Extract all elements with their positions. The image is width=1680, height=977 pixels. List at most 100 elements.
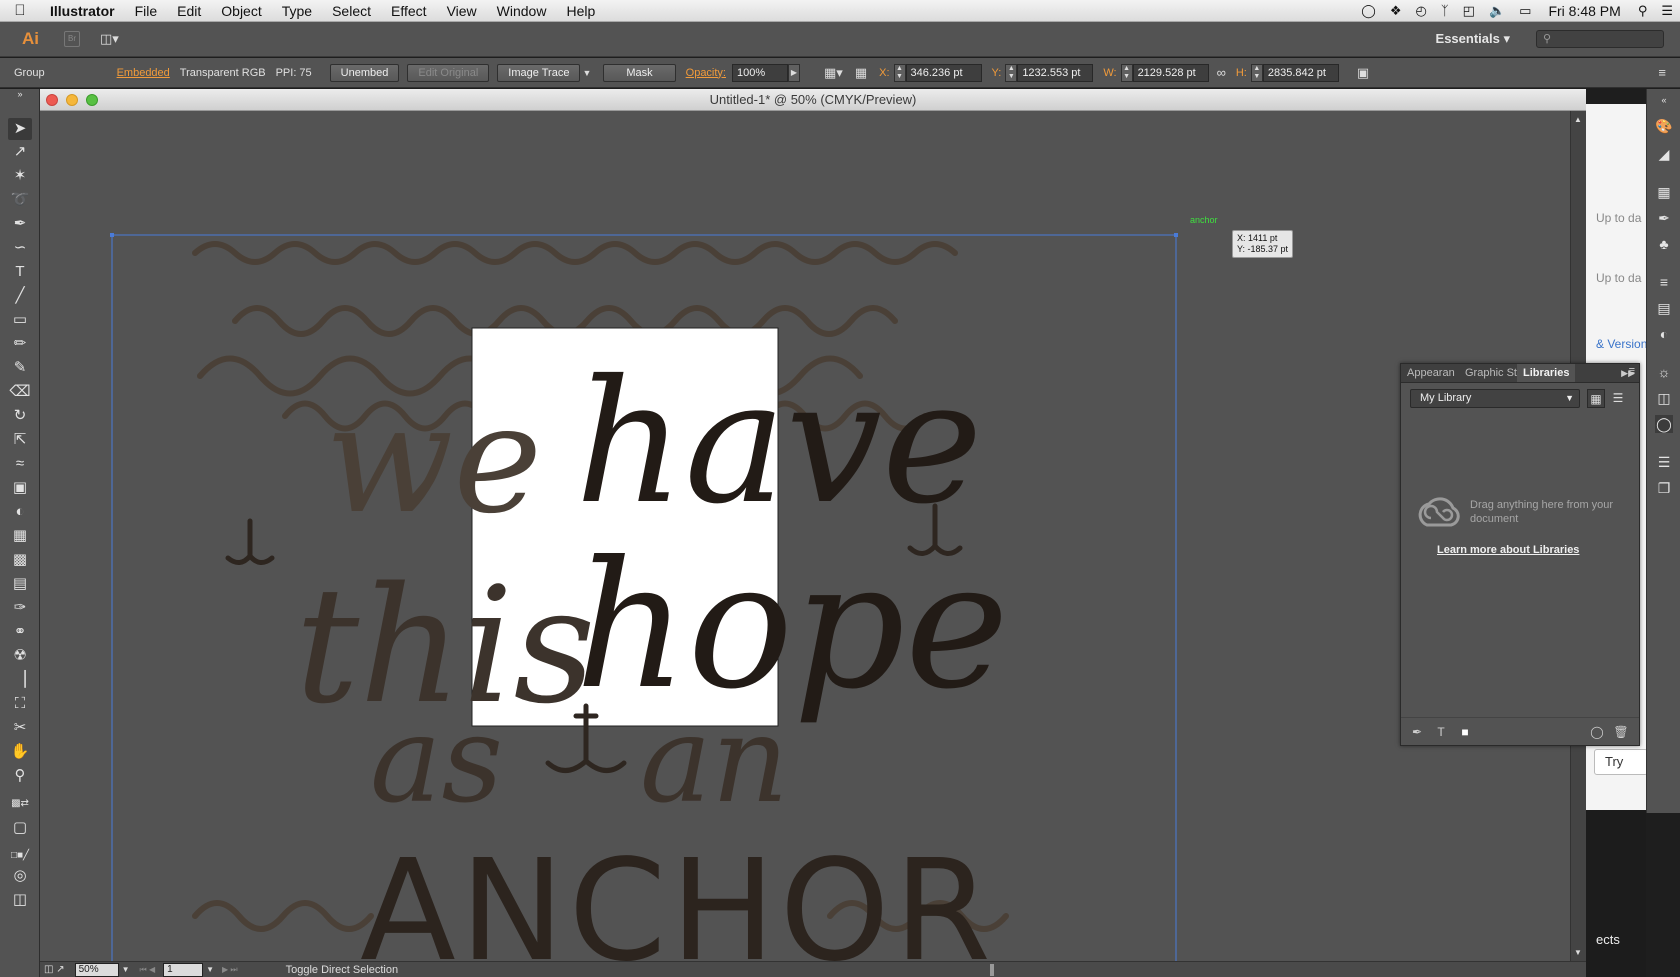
- screen-mode-icon[interactable]: ◫: [8, 889, 32, 911]
- list-view-icon[interactable]: ☰: [1609, 389, 1627, 408]
- w-field[interactable]: 2129.528 pt: [1132, 63, 1209, 82]
- add-graphic-icon[interactable]: ✒: [1409, 724, 1425, 740]
- transparency-panel-icon[interactable]: ◐: [1655, 325, 1673, 343]
- control-panel-menu-icon[interactable]: ≡: [1658, 65, 1666, 80]
- scroll-down-icon[interactable]: ▼: [1574, 948, 1582, 957]
- sync-status-icon[interactable]: ◯: [1589, 724, 1605, 740]
- gradient-panel-icon[interactable]: ▤: [1655, 299, 1673, 317]
- warp-tool-icon[interactable]: ≈: [8, 453, 32, 475]
- help-search-input[interactable]: ⚲: [1536, 30, 1664, 48]
- unembed-button[interactable]: Unembed: [329, 63, 400, 82]
- transform-icon[interactable]: ▣: [1357, 65, 1369, 81]
- menu-type[interactable]: Type: [272, 0, 322, 22]
- artboard-nav-prev-icons[interactable]: ⏮ ◀: [140, 965, 156, 975]
- art-word-as[interactable]: as: [370, 691, 503, 830]
- add-color-icon[interactable]: ■: [1457, 724, 1473, 740]
- workspace-switcher[interactable]: Essentials ▾: [1436, 31, 1510, 47]
- add-text-icon[interactable]: T: [1433, 724, 1449, 740]
- horizontal-scroll-thumb[interactable]: [990, 963, 995, 976]
- menu-help[interactable]: Help: [556, 0, 605, 22]
- eyedropper-tool-icon[interactable]: ✑: [8, 597, 32, 619]
- embedded-link[interactable]: Embedded: [117, 67, 170, 79]
- bridge-button[interactable]: Br: [64, 31, 80, 47]
- status-bar-icons[interactable]: ◫ ↗: [44, 964, 65, 975]
- x-field[interactable]: 346.236 pt: [905, 63, 982, 82]
- paintbrush-tool-icon[interactable]: ✏: [8, 333, 32, 355]
- symbols-panel-icon[interactable]: ♣: [1655, 235, 1673, 253]
- constrain-proportions-icon[interactable]: ∞: [1217, 65, 1226, 80]
- time-machine-icon[interactable]: ◴: [1409, 3, 1434, 19]
- blend-tool-icon[interactable]: ⚭: [8, 621, 32, 643]
- y-field[interactable]: 1232.553 pt: [1017, 63, 1094, 82]
- direct-selection-tool-icon[interactable]: ↗: [8, 141, 32, 163]
- notification-center-icon[interactable]: ☰: [1654, 3, 1680, 19]
- symbol-sprayer-tool-icon[interactable]: ☢: [8, 645, 32, 667]
- appearance-panel-icon[interactable]: ☼: [1655, 363, 1673, 381]
- reference-point-icon[interactable]: ▦: [855, 65, 867, 81]
- column-graph-tool-icon[interactable]: ▕: [8, 669, 32, 691]
- rectangle-tool-icon[interactable]: ▭: [8, 309, 32, 331]
- tab-libraries[interactable]: Libraries: [1517, 364, 1576, 382]
- pencil-tool-icon[interactable]: ✎: [8, 357, 32, 379]
- tab-appearance[interactable]: Appearan: [1401, 364, 1459, 382]
- scroll-up-icon[interactable]: ▲: [1574, 115, 1582, 124]
- art-word-we[interactable]: we: [325, 373, 542, 547]
- desktop-icon-label[interactable]: ects: [1596, 932, 1620, 947]
- artboard-canvas[interactable]: we have this hope as an ANCHOR anchor X:…: [40, 111, 1570, 961]
- menu-edit[interactable]: Edit: [167, 0, 211, 22]
- zoom-dropdown-icon[interactable]: ▼: [122, 965, 130, 974]
- menu-file[interactable]: File: [125, 0, 168, 22]
- image-trace-dropdown-icon[interactable]: ▼: [582, 68, 591, 78]
- spotlight-search-icon[interactable]: ⚲: [1631, 3, 1655, 19]
- opacity-field[interactable]: 100%: [732, 63, 788, 82]
- learn-more-libraries-link[interactable]: Learn more about Libraries: [1437, 544, 1579, 556]
- opacity-arrow-icon[interactable]: ▶: [788, 63, 800, 82]
- artboard-dropdown-icon[interactable]: ▼: [206, 965, 214, 974]
- x-stepper-icon[interactable]: ▲ ▼: [893, 63, 906, 82]
- w-stepper-icon[interactable]: ▲ ▼: [1120, 63, 1133, 82]
- rotate-tool-icon[interactable]: ↻: [8, 405, 32, 427]
- opacity-link[interactable]: Opacity:: [686, 67, 726, 79]
- bg-versions-link[interactable]: & Versions: [1596, 337, 1653, 351]
- mesh-tool-icon[interactable]: ▩: [8, 549, 32, 571]
- layers-panel-icon[interactable]: ☰: [1655, 453, 1673, 471]
- art-word-have[interactable]: have: [575, 344, 983, 542]
- library-select[interactable]: My Library ▼: [1410, 389, 1580, 408]
- menu-select[interactable]: Select: [322, 0, 381, 22]
- h-stepper-icon[interactable]: ▲ ▼: [1250, 63, 1263, 82]
- grid-view-icon[interactable]: ▦: [1587, 389, 1605, 408]
- perspective-grid-tool-icon[interactable]: ▦: [8, 525, 32, 547]
- fill-stroke-swatch-icon[interactable]: ▢: [8, 817, 32, 839]
- edit-original-button[interactable]: Edit Original: [407, 63, 490, 82]
- arrange-documents-icon[interactable]: ◫▾: [100, 31, 126, 47]
- minimize-window-icon[interactable]: [66, 94, 78, 106]
- slice-tool-icon[interactable]: ✂: [8, 717, 32, 739]
- tools-collapse-icon[interactable]: »: [8, 89, 32, 99]
- color-mode-icons[interactable]: □■╱: [8, 845, 32, 867]
- mask-button[interactable]: Mask: [603, 63, 676, 82]
- creative-cloud-status-icon[interactable]: ◯: [1354, 3, 1383, 19]
- apple-icon[interactable]: : [0, 2, 40, 19]
- artboard-tool-icon[interactable]: ⛶: [8, 693, 32, 715]
- swatches-panel-icon[interactable]: ▦: [1655, 183, 1673, 201]
- stroke-panel-icon[interactable]: ≡: [1655, 273, 1673, 291]
- wifi-icon[interactable]: ◰: [1456, 3, 1482, 19]
- dropbox-icon[interactable]: ❖: [1383, 3, 1409, 19]
- lasso-tool-icon[interactable]: ➰: [8, 189, 32, 211]
- close-window-icon[interactable]: [46, 94, 58, 106]
- artboard-nav-next-icons[interactable]: ▶ ⏭: [222, 965, 238, 975]
- shape-builder-tool-icon[interactable]: ◐: [8, 501, 32, 523]
- delete-icon[interactable]: 🗑: [1613, 724, 1629, 740]
- tab-graphic-styles[interactable]: Graphic St: [1459, 364, 1517, 382]
- artboard-number-field[interactable]: 1: [163, 962, 204, 977]
- zoom-level-field[interactable]: 50%: [74, 962, 119, 977]
- color-panel-icon[interactable]: 🎨: [1655, 117, 1673, 135]
- menu-view[interactable]: View: [437, 0, 487, 22]
- bluetooth-icon[interactable]: ᛉ: [1434, 3, 1456, 18]
- gradient-tool-icon[interactable]: ▤: [8, 573, 32, 595]
- image-trace-button[interactable]: Image Trace: [497, 63, 581, 82]
- art-word-an[interactable]: an: [640, 691, 789, 830]
- menu-window[interactable]: Window: [487, 0, 557, 22]
- menu-object[interactable]: Object: [211, 0, 271, 22]
- h-field[interactable]: 2835.842 pt: [1262, 63, 1339, 82]
